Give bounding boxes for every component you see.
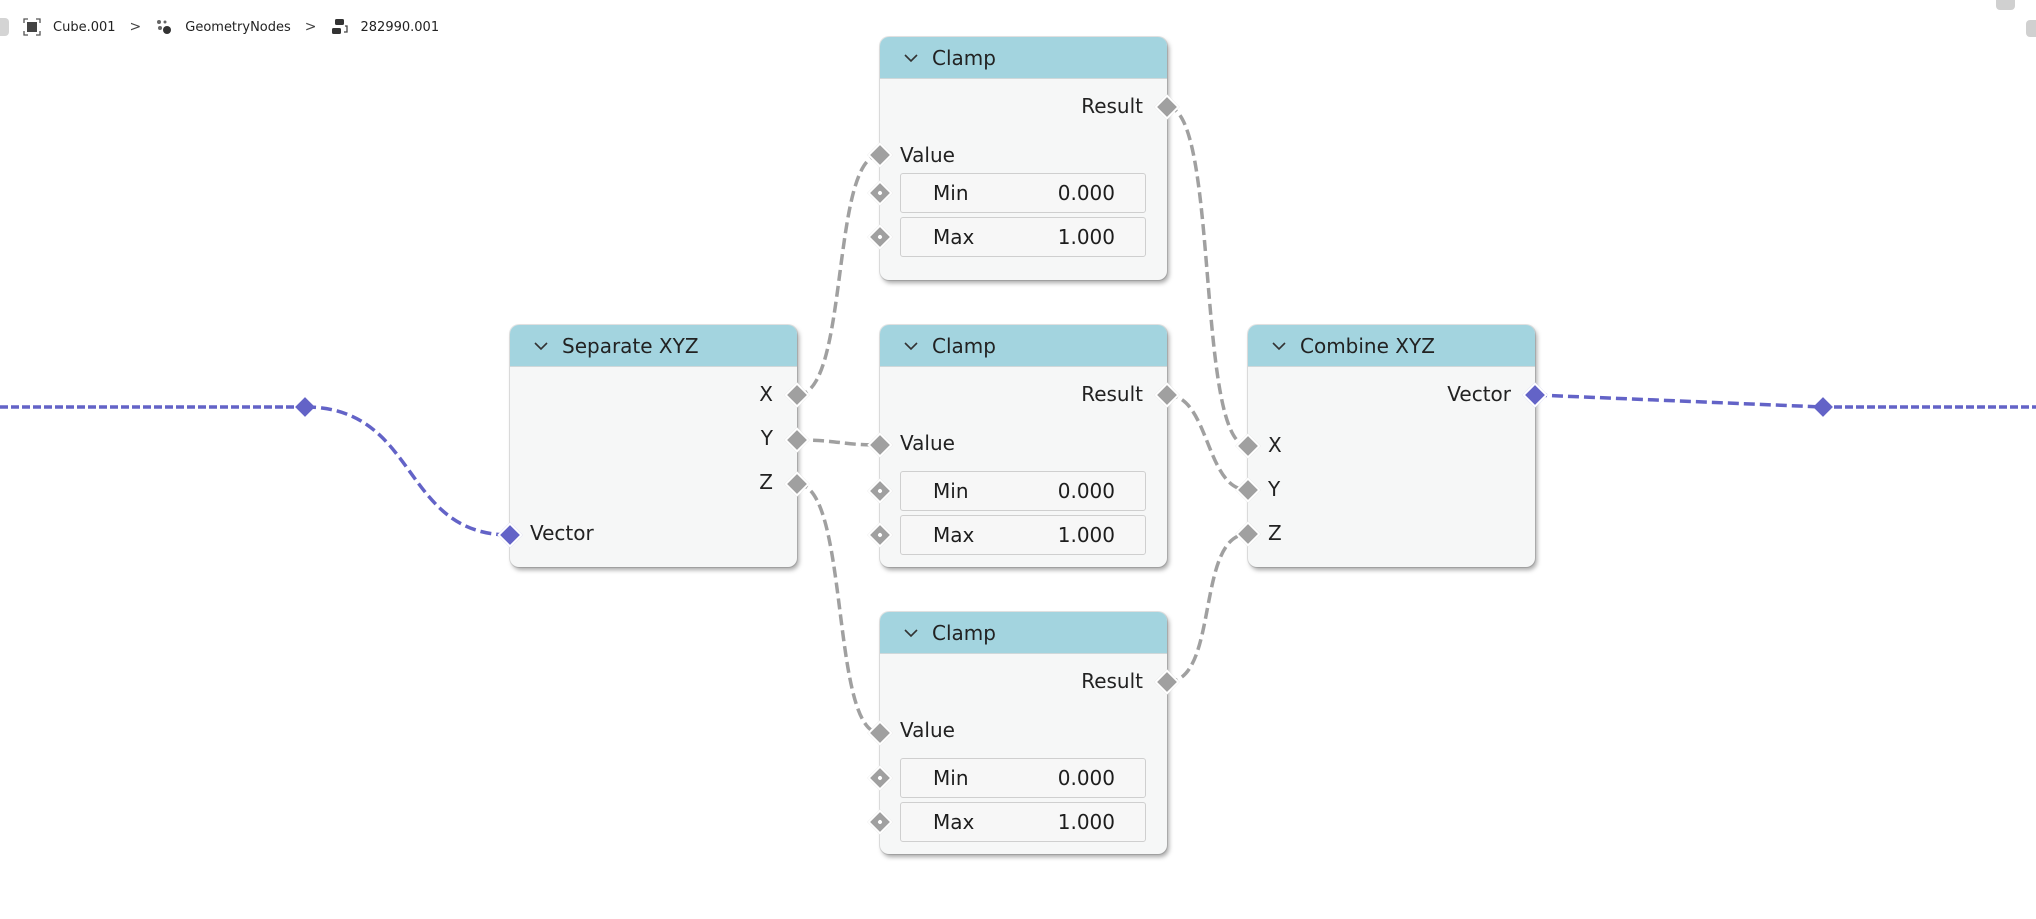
max-value: 1.000 [1057, 523, 1115, 547]
socket-label-vector: Vector [530, 521, 594, 545]
chevron-down-icon[interactable] [904, 628, 918, 638]
node-title: Clamp [932, 333, 996, 358]
node-separate-xyz[interactable]: Separate XYZ X Y Z Vector [497, 325, 810, 567]
link-clamp-bot-to-z [1166, 532, 1249, 684]
node-title: Separate XYZ [562, 333, 699, 358]
chevron-down-icon[interactable] [1272, 341, 1286, 351]
node-header[interactable]: Combine XYZ [1248, 325, 1535, 367]
socket-label-result: Result [1081, 669, 1143, 693]
max-value: 1.000 [1057, 810, 1115, 834]
link-clamp-mid-to-y [1166, 393, 1249, 492]
link-z-to-clamp-bot [796, 482, 881, 735]
node-title: Combine XYZ [1300, 333, 1435, 358]
node-header[interactable]: Separate XYZ [510, 325, 797, 367]
node-combine-xyz[interactable]: Combine XYZ Vector X Y Z [1235, 325, 1548, 567]
socket-label-value: Value [900, 143, 955, 167]
socket-label-result: Result [1081, 94, 1143, 118]
node-clamp-bottom[interactable]: Clamp Result Value Min 0.000 Max 1.000 [867, 612, 1180, 854]
socket-label-z: Z [1268, 521, 1282, 545]
socket-label-y: Y [760, 426, 773, 450]
socket-label-vector: Vector [1447, 382, 1511, 406]
max-value: 1.000 [1057, 225, 1115, 249]
node-clamp-top[interactable]: Clamp Result Value Min 0.000 Max 1.000 [867, 37, 1180, 280]
min-label: Min [933, 766, 969, 790]
max-field[interactable]: Max 1.000 [900, 802, 1146, 842]
socket-label-result: Result [1081, 382, 1143, 406]
max-label: Max [933, 225, 975, 249]
socket-label-value: Value [900, 718, 955, 742]
chevron-down-icon[interactable] [904, 53, 918, 63]
node-clamp-middle[interactable]: Clamp Result Value Min 0.000 Max 1.000 [867, 325, 1180, 567]
min-field[interactable]: Min 0.000 [900, 173, 1146, 213]
link-reroute-to-separate [304, 405, 511, 537]
max-label: Max [933, 810, 975, 834]
max-field[interactable]: Max 1.000 [900, 515, 1146, 555]
socket-label-x: X [1268, 433, 1282, 457]
node-header[interactable]: Clamp [880, 37, 1167, 79]
min-value: 0.000 [1057, 181, 1115, 205]
socket-label-y: Y [1268, 477, 1281, 501]
chevron-down-icon[interactable] [534, 341, 548, 351]
node-header[interactable]: Clamp [880, 612, 1167, 654]
min-value: 0.000 [1057, 766, 1115, 790]
min-label: Min [933, 181, 969, 205]
socket-label-x: X [759, 382, 773, 406]
node-title: Clamp [932, 45, 996, 70]
node-title: Clamp [932, 620, 996, 645]
node-header[interactable]: Clamp [880, 325, 1167, 367]
max-field[interactable]: Max 1.000 [900, 217, 1146, 257]
max-label: Max [933, 523, 975, 547]
min-value: 0.000 [1057, 479, 1115, 503]
socket-label-z: Z [759, 470, 773, 494]
min-field[interactable]: Min 0.000 [900, 758, 1146, 798]
min-field[interactable]: Min 0.000 [900, 471, 1146, 511]
socket-label-value: Value [900, 431, 955, 455]
chevron-down-icon[interactable] [904, 341, 918, 351]
min-label: Min [933, 479, 969, 503]
link-combine-to-reroute [1535, 393, 1824, 409]
